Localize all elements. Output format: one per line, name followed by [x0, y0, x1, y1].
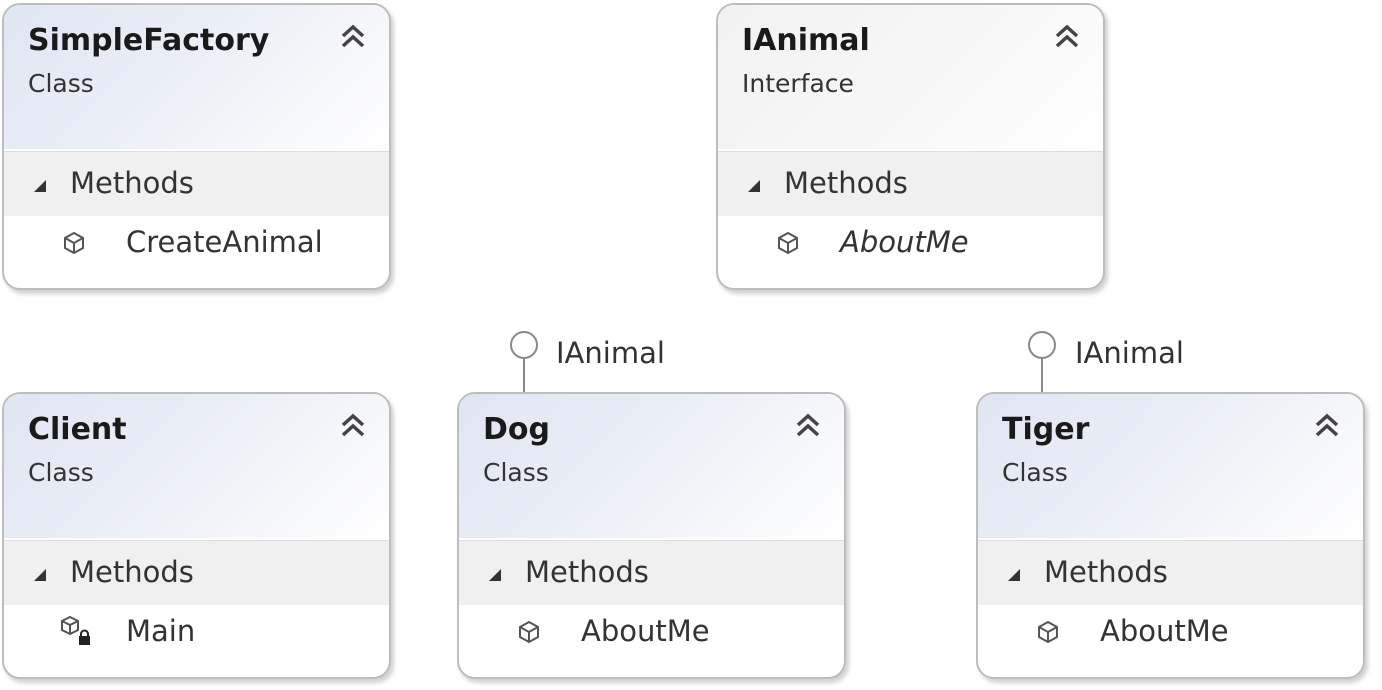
interface-box-ianimal[interactable]: IAnimal Interface Methods AboutMe: [716, 3, 1105, 290]
interface-kind: Interface: [742, 69, 854, 98]
method-name: Main: [126, 614, 196, 648]
method-row[interactable]: Main: [4, 604, 389, 664]
methods-section-header[interactable]: Methods: [4, 540, 389, 605]
section-label: Methods: [784, 166, 908, 200]
box-header: Client Class: [4, 394, 389, 538]
class-name: SimpleFactory: [28, 23, 270, 58]
method-row[interactable]: AboutMe: [718, 215, 1103, 275]
class-name: Client: [28, 412, 127, 447]
double-chevron-up-icon[interactable]: [1051, 21, 1083, 53]
method-cube-icon: [778, 231, 798, 255]
class-kind: Class: [28, 69, 94, 98]
method-cube-lock-icon: [61, 615, 90, 645]
triangle-expanded-icon[interactable]: [748, 180, 760, 192]
section-label: Methods: [1044, 555, 1168, 589]
section-label: Methods: [525, 555, 649, 589]
class-kind: Class: [28, 458, 94, 487]
method-row[interactable]: AboutMe: [459, 604, 844, 664]
double-chevron-up-icon[interactable]: [337, 21, 369, 53]
class-name: Tiger: [1002, 412, 1090, 447]
section-label: Methods: [70, 166, 194, 200]
class-box-dog[interactable]: Dog Class Methods AboutMe: [457, 392, 846, 679]
triangle-expanded-icon[interactable]: [34, 569, 46, 581]
interface-lollipop-icon: [1028, 331, 1056, 394]
class-box-tiger[interactable]: Tiger Class Methods AboutMe: [976, 392, 1365, 679]
double-chevron-up-icon[interactable]: [337, 410, 369, 442]
class-kind: Class: [1002, 458, 1068, 487]
method-row[interactable]: CreateAnimal: [4, 215, 389, 275]
triangle-expanded-icon[interactable]: [34, 180, 46, 192]
box-header: IAnimal Interface: [718, 5, 1103, 149]
double-chevron-up-icon[interactable]: [1311, 410, 1343, 442]
methods-section-header[interactable]: Methods: [459, 540, 844, 605]
class-name: Dog: [483, 412, 550, 447]
double-chevron-up-icon[interactable]: [792, 410, 824, 442]
method-cube-icon: [64, 231, 84, 255]
methods-section-header[interactable]: Methods: [718, 151, 1103, 216]
section-label: Methods: [70, 555, 194, 589]
method-name: CreateAnimal: [126, 225, 323, 259]
triangle-expanded-icon[interactable]: [489, 569, 501, 581]
method-name: AboutMe: [840, 225, 969, 259]
triangle-expanded-icon[interactable]: [1008, 569, 1020, 581]
box-header: SimpleFactory Class: [4, 5, 389, 149]
class-box-client[interactable]: Client Class Methods Main: [2, 392, 391, 679]
implements-label: IAnimal: [1075, 336, 1184, 370]
implements-label: IAnimal: [556, 336, 665, 370]
interface-lollipop-icon: [510, 331, 538, 394]
box-header: Tiger Class: [978, 394, 1363, 538]
method-row[interactable]: AboutMe: [978, 604, 1363, 664]
method-cube-icon: [519, 620, 539, 644]
class-box-simplefactory[interactable]: SimpleFactory Class Methods CreateAnimal: [2, 3, 391, 290]
methods-section-header[interactable]: Methods: [978, 540, 1363, 605]
method-cube-icon: [1038, 620, 1058, 644]
methods-section-header[interactable]: Methods: [4, 151, 389, 216]
method-name: AboutMe: [1100, 614, 1229, 648]
box-header: Dog Class: [459, 394, 844, 538]
interface-name: IAnimal: [742, 23, 870, 58]
class-kind: Class: [483, 458, 549, 487]
method-name: AboutMe: [581, 614, 710, 648]
